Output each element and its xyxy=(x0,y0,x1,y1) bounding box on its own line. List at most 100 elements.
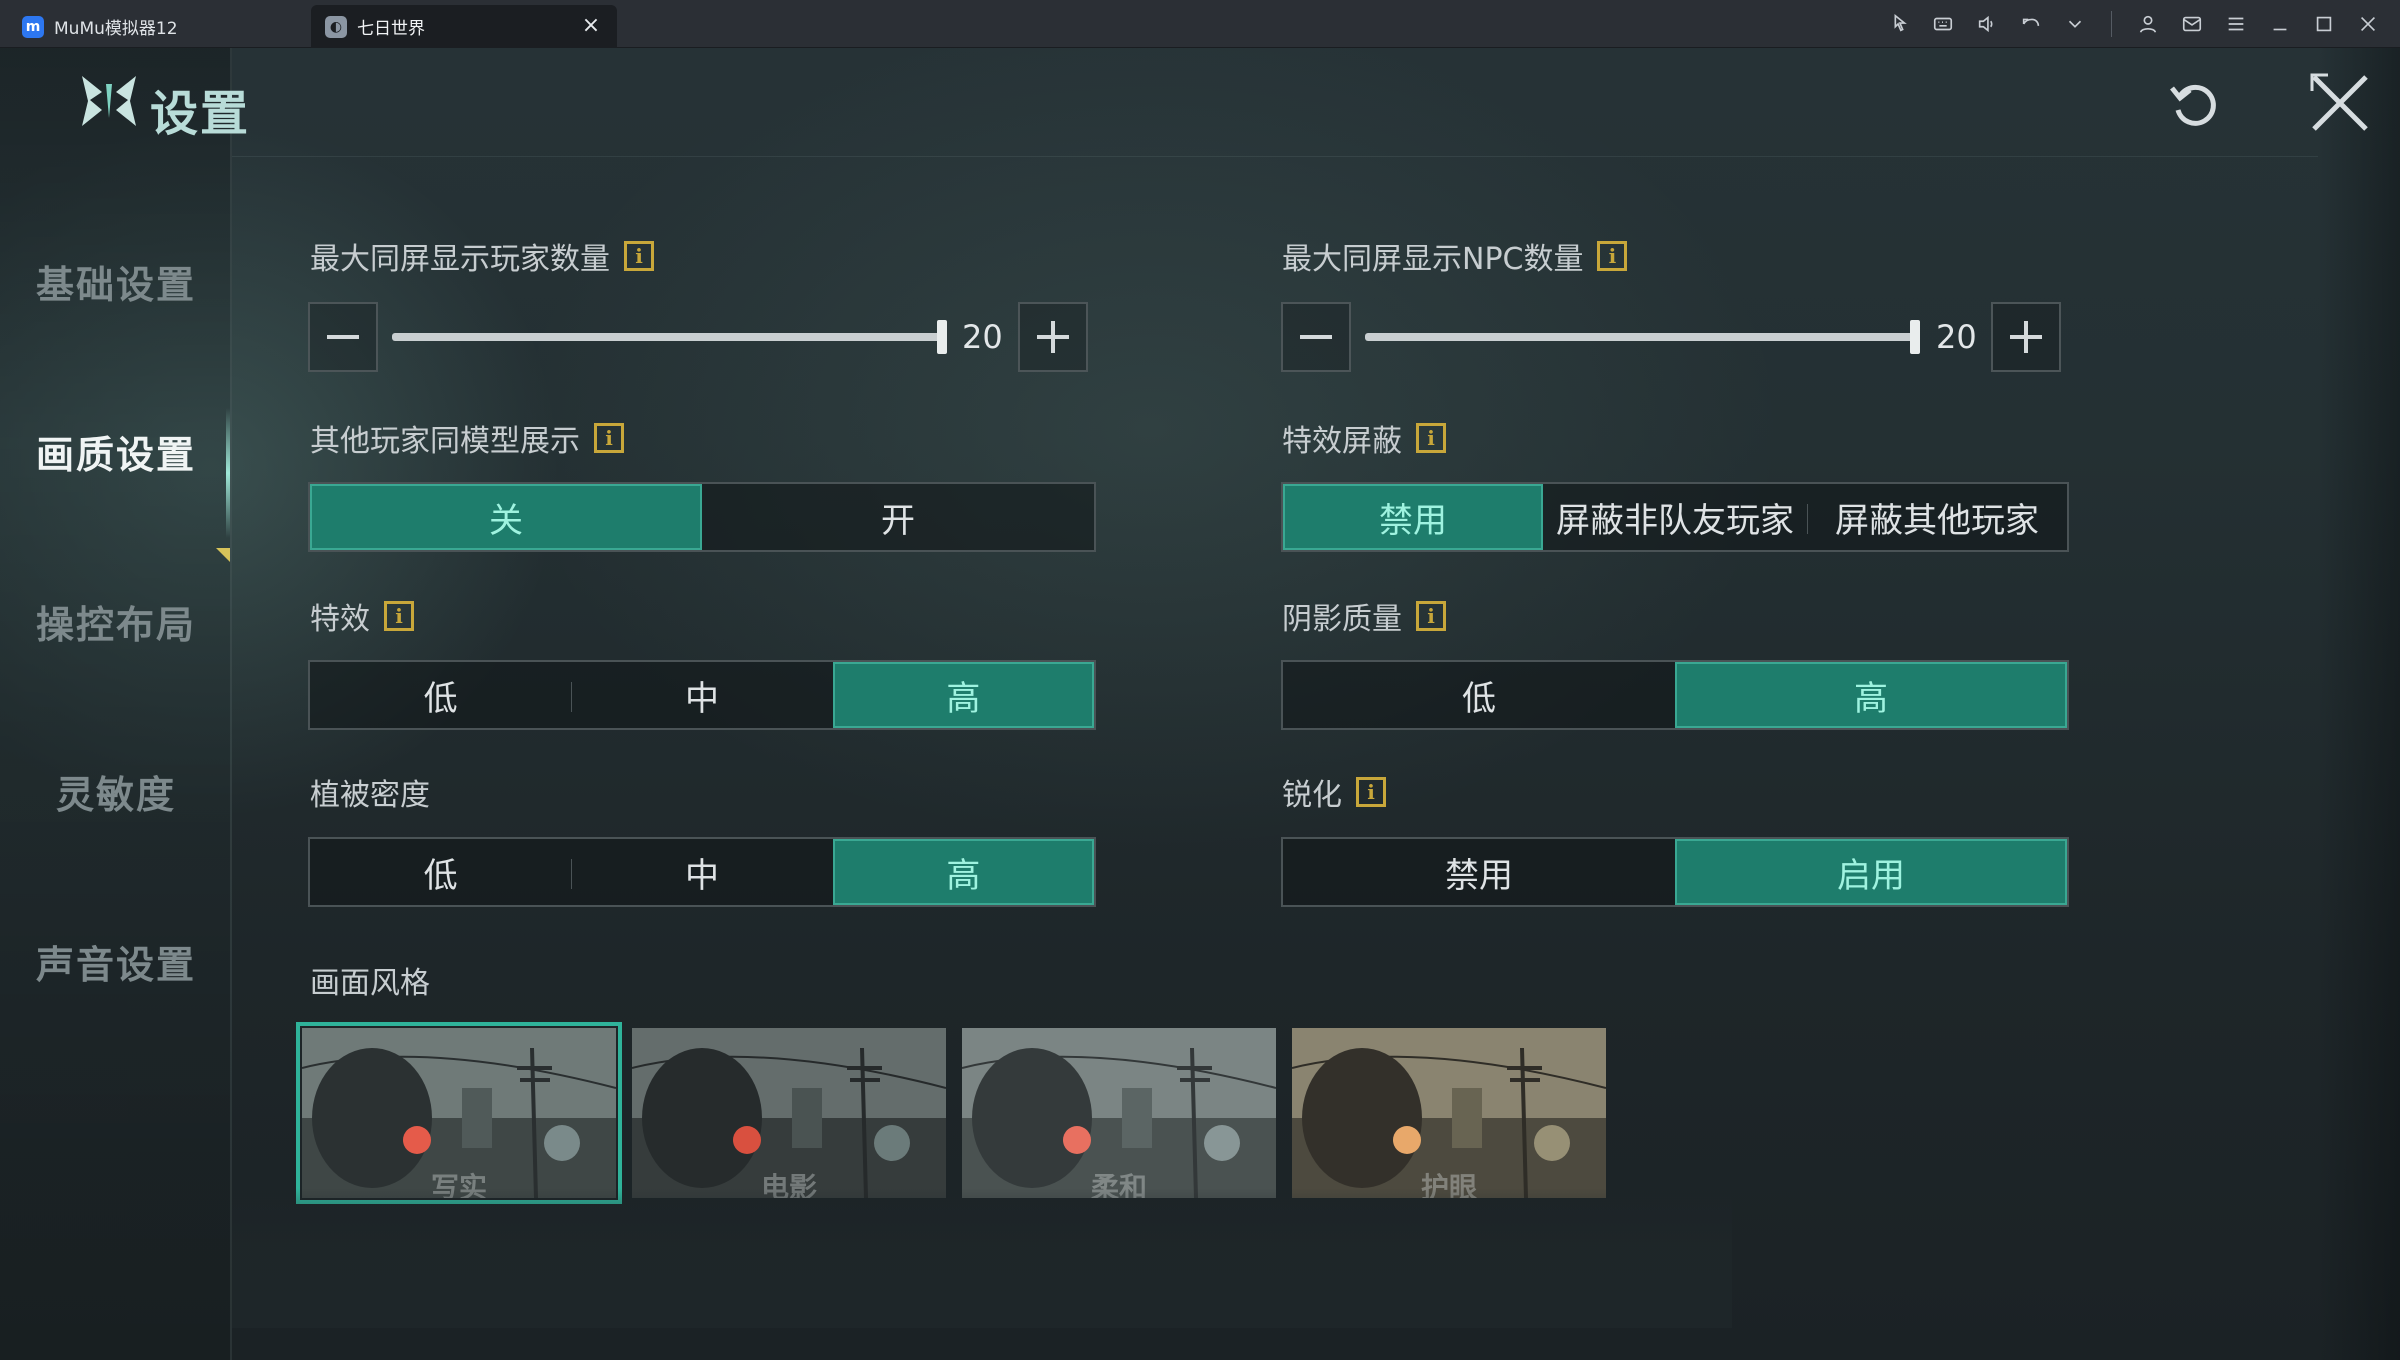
game-icon: ◐ xyxy=(325,15,347,38)
shadow-option-high[interactable]: 高 xyxy=(1675,662,2067,728)
plus-icon xyxy=(2010,321,2042,353)
same-model-option-on[interactable]: 开 xyxy=(702,484,1094,550)
shadow-quality-selector: 低 高 xyxy=(1281,660,2069,730)
same-model-toggle: 关 开 xyxy=(308,482,1096,552)
same-model-label-text: 其他玩家同模型展示 xyxy=(310,424,580,459)
game-logo-icon xyxy=(82,76,136,126)
max-players-decrease-button[interactable] xyxy=(308,302,378,372)
shadow-option-low[interactable]: 低 xyxy=(1283,662,1675,728)
max-npc-label-text: 最大同屏显示NPC数量 xyxy=(1282,242,1584,277)
info-icon[interactable]: i xyxy=(384,601,414,631)
max-npc-slider-thumb[interactable] xyxy=(1910,320,1920,354)
tab-game[interactable]: ◐ 七日世界 × xyxy=(311,5,617,48)
mumu-logo-icon: m xyxy=(22,15,44,38)
toolbar-divider xyxy=(2111,11,2112,37)
max-npc-increase-button[interactable] xyxy=(1991,302,2061,372)
reset-icon xyxy=(2170,84,2216,126)
effect-block-option-non-team[interactable]: 屏蔽非队友玩家 xyxy=(1543,484,1807,550)
mail-icon[interactable] xyxy=(2170,0,2214,48)
background-pillar xyxy=(2318,48,2400,1360)
effects-option-high[interactable]: 高 xyxy=(832,662,1094,728)
style-card-cinematic[interactable]: 电影 xyxy=(632,1028,946,1198)
chevron-down-icon[interactable] xyxy=(2053,0,2097,48)
window-toolbar xyxy=(1877,0,2390,48)
sidebar-item-sound[interactable]: 声音设置 xyxy=(0,934,232,989)
minus-icon xyxy=(327,335,359,339)
sidebar-item-controls[interactable]: 操控布局 xyxy=(0,594,232,649)
max-players-label-text: 最大同屏显示玩家数量 xyxy=(310,242,610,277)
sharpen-selector: 禁用 启用 xyxy=(1281,837,2069,907)
sharpen-option-disabled[interactable]: 禁用 xyxy=(1283,839,1675,905)
effects-label-text: 特效 xyxy=(310,602,370,637)
nav-marker xyxy=(216,548,230,562)
tab-mumu[interactable]: m MuMu模拟器12 xyxy=(8,5,304,48)
header-divider xyxy=(232,156,2318,157)
info-icon[interactable]: i xyxy=(1597,241,1628,271)
info-icon[interactable]: i xyxy=(594,423,624,453)
effect-block-label: 特效屏蔽 i xyxy=(1282,416,1446,460)
vegetation-label: 植被密度 xyxy=(310,770,430,814)
minus-icon xyxy=(1300,335,1332,339)
bottom-fade-overlay xyxy=(232,1188,1732,1328)
style-card-realistic[interactable]: 写实 xyxy=(296,1022,622,1204)
menu-icon[interactable] xyxy=(2214,0,2258,48)
page-title: 设置 xyxy=(150,86,251,142)
volume-icon[interactable] xyxy=(1965,0,2009,48)
vegetation-selector: 低 中 高 xyxy=(308,837,1096,907)
undo-icon[interactable] xyxy=(2009,0,2053,48)
info-icon[interactable]: i xyxy=(1416,601,1446,631)
close-settings-button[interactable] xyxy=(2305,68,2375,138)
max-npc-decrease-button[interactable] xyxy=(1281,302,1351,372)
same-model-label: 其他玩家同模型展示 i xyxy=(310,416,624,460)
max-npc-value: 20 xyxy=(1936,318,1977,356)
vegetation-option-medium[interactable]: 中 xyxy=(571,839,832,905)
max-players-increase-button[interactable] xyxy=(1018,302,1088,372)
minimize-icon[interactable] xyxy=(2258,0,2302,48)
same-model-option-off[interactable]: 关 xyxy=(310,484,702,550)
close-x-icon xyxy=(2310,73,2368,131)
shadow-quality-label: 阴影质量 i xyxy=(1282,594,1446,638)
effect-block-option-others[interactable]: 屏蔽其他玩家 xyxy=(1807,484,2067,550)
game-settings-screen: 设置 基础设置 画质设置 操控布局 灵敏度 声音设置 最大同屏显示玩家数量 i … xyxy=(0,48,2400,1360)
info-icon[interactable]: i xyxy=(624,241,654,271)
emulator-titlebar: m MuMu模拟器12 ◐ 七日世界 × xyxy=(0,0,2400,48)
pointer-icon[interactable] xyxy=(1877,0,1921,48)
sharpen-label: 锐化 i xyxy=(1282,770,1386,814)
user-icon[interactable] xyxy=(2126,0,2170,48)
sidebar-item-graphics[interactable]: 画质设置 xyxy=(0,424,232,479)
keyboard-icon[interactable] xyxy=(1921,0,1965,48)
picture-style-label: 画面风格 xyxy=(310,958,430,1002)
tab-close-icon[interactable]: × xyxy=(579,14,603,38)
close-icon[interactable] xyxy=(2346,0,2390,48)
effects-option-medium[interactable]: 中 xyxy=(571,662,832,728)
max-players-slider-track[interactable] xyxy=(392,333,946,341)
info-icon[interactable]: i xyxy=(1416,423,1446,453)
vegetation-label-text: 植被密度 xyxy=(310,778,430,813)
max-npc-label: 最大同屏显示NPC数量 i xyxy=(1282,234,1628,278)
shadow-quality-label-text: 阴影质量 xyxy=(1282,602,1402,637)
effect-block-selector: 禁用 屏蔽非队友玩家 屏蔽其他玩家 xyxy=(1281,482,2069,552)
sharpen-label-text: 锐化 xyxy=(1282,778,1342,813)
maximize-icon[interactable] xyxy=(2302,0,2346,48)
vegetation-option-high[interactable]: 高 xyxy=(832,839,1094,905)
effects-selector: 低 中 高 xyxy=(308,660,1096,730)
sidebar-item-basic[interactable]: 基础设置 xyxy=(0,254,232,309)
active-nav-indicator xyxy=(226,408,230,538)
tab-title: 七日世界 xyxy=(357,19,425,39)
max-players-value: 20 xyxy=(962,318,1003,356)
effects-option-low[interactable]: 低 xyxy=(310,662,571,728)
sidebar-background xyxy=(0,48,232,1360)
plus-icon xyxy=(1037,321,1069,353)
style-card-eye-care[interactable]: 护眼 xyxy=(1292,1028,1606,1198)
style-card-soft[interactable]: 柔和 xyxy=(962,1028,1276,1198)
info-icon[interactable]: i xyxy=(1356,777,1386,807)
picture-style-label-text: 画面风格 xyxy=(310,966,430,1001)
effect-block-option-disabled[interactable]: 禁用 xyxy=(1283,484,1543,550)
reset-button[interactable] xyxy=(2160,68,2230,138)
vegetation-option-low[interactable]: 低 xyxy=(310,839,571,905)
effects-label: 特效 i xyxy=(310,594,414,638)
sharpen-option-enabled[interactable]: 启用 xyxy=(1675,839,2067,905)
sidebar-item-sensitivity[interactable]: 灵敏度 xyxy=(0,764,232,819)
max-npc-slider-track[interactable] xyxy=(1365,333,1919,341)
max-players-slider-thumb[interactable] xyxy=(937,320,947,354)
